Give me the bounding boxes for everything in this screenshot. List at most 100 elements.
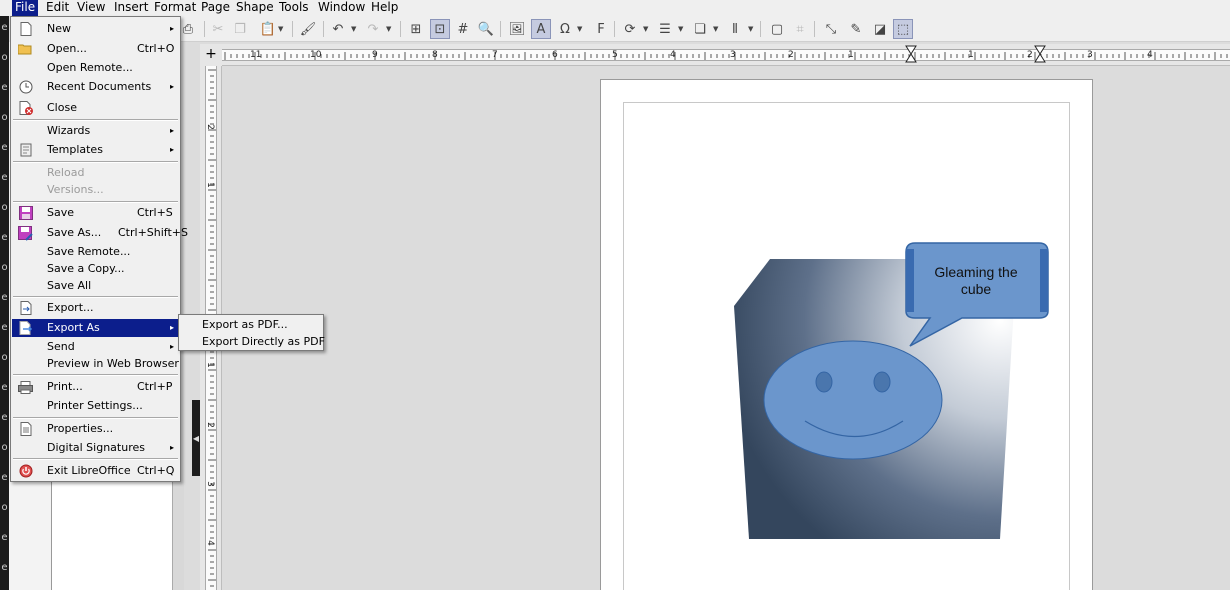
undo-icon[interactable]: ↶ [328, 19, 348, 39]
menu-item-save-as[interactable]: Save As... Ctrl+Shift+S [12, 224, 188, 242]
collapse-pane-icon[interactable]: ◀ [192, 400, 200, 476]
new-document-icon [18, 22, 33, 36]
menu-window[interactable]: Window [315, 0, 368, 16]
points-icon[interactable]: ⤡ [821, 19, 841, 39]
menu-item-templates[interactable]: Templates ▸ [12, 141, 179, 159]
menu-item-label: Send [47, 340, 75, 353]
menu-item-shortcut: Ctrl+Shift+S [118, 226, 188, 239]
smiley-eye-left [815, 371, 833, 393]
smiley-eye-right [873, 371, 891, 393]
insert-textbox-icon[interactable]: A [531, 19, 551, 39]
callout-edge-right [1040, 249, 1048, 312]
menu-item-save-all[interactable]: Save All [12, 277, 179, 295]
menu-item-print[interactable]: Print... Ctrl+P [12, 378, 179, 396]
print-icon[interactable]: ⎙ [178, 19, 198, 39]
menu-edit[interactable]: Edit [43, 0, 72, 16]
ruler-label: 2 [204, 422, 215, 428]
menu-page[interactable]: Page [198, 0, 233, 16]
menu-item-export[interactable]: Export... [12, 299, 179, 317]
fontwork-icon[interactable]: F [591, 19, 611, 39]
ruler-corner: + [200, 44, 222, 66]
menu-item-label: Exit LibreOffice [47, 464, 131, 477]
menu-format[interactable]: Format [151, 0, 199, 16]
menu-item-label: Print... [47, 380, 83, 393]
redo-icon[interactable]: ↷ [363, 19, 383, 39]
submenu-arrow-icon: ▸ [169, 323, 174, 332]
menu-item-preview-web[interactable]: Preview in Web Browser [12, 355, 179, 373]
menu-item-new[interactable]: New ▸ [12, 20, 179, 38]
menu-item-label: Wizards [47, 124, 91, 137]
menu-item-recent-documents[interactable]: Recent Documents ▸ [12, 78, 179, 96]
ruler-label: 1 [204, 362, 215, 368]
menu-item-shortcut: Ctrl+P [137, 380, 173, 393]
menu-item-reload: Reload [12, 164, 179, 182]
menu-item-save-remote[interactable]: Save Remote... [12, 243, 179, 261]
menu-item-properties[interactable]: Properties... [12, 420, 179, 438]
menu-view[interactable]: View [74, 0, 108, 16]
horizontal-ruler[interactable]: 11 10 9 8 7 6 5 4 3 2 1 1 2 3 4 [222, 44, 1230, 66]
shadow-icon[interactable]: ▢ [767, 19, 787, 39]
menu-item-export-as[interactable]: Export As ▸ [12, 319, 179, 337]
menu-item-printer-settings[interactable]: Printer Settings... [12, 397, 179, 415]
drawing-shapes [734, 242, 1049, 539]
paste-icon[interactable]: 📋 [258, 19, 278, 39]
menu-item-label: Open... [47, 42, 87, 55]
cut-icon[interactable]: ✂ [208, 19, 228, 39]
crop-icon[interactable]: ⌗ [790, 19, 810, 39]
close-document-icon [18, 101, 33, 115]
snap-to-grid-icon[interactable]: ⊡ [430, 19, 450, 39]
arrange-icon[interactable]: ❏ [690, 19, 710, 39]
menubar: File Edit View Insert Format Page Shape … [0, 0, 1230, 16]
smiley-face-shape[interactable] [763, 340, 943, 460]
glue-points-icon[interactable]: ✎ [846, 19, 866, 39]
menu-item-close[interactable]: Close [12, 99, 179, 117]
menu-item-send[interactable]: Send ▸ [12, 338, 179, 356]
menu-insert[interactable]: Insert [111, 0, 151, 16]
menu-item-label: New [47, 22, 71, 35]
grid-display-icon[interactable]: ⊞ [406, 19, 426, 39]
menu-item-exit[interactable]: Exit LibreOffice Ctrl+Q [12, 462, 179, 480]
menu-item-open-remote[interactable]: Open Remote... [12, 59, 179, 77]
menu-item-export-as-pdf[interactable]: Export as PDF... [180, 316, 322, 333]
helplines-icon[interactable]: # [453, 19, 473, 39]
callout-text[interactable]: Gleaming the cube [922, 264, 1030, 298]
template-icon [18, 143, 33, 157]
printer-icon [18, 380, 33, 394]
menu-shape[interactable]: Shape [233, 0, 277, 16]
transformations-icon[interactable]: ⟳ [620, 19, 640, 39]
menu-item-label: Digital Signatures [47, 441, 145, 454]
submenu-arrow-icon: ▸ [169, 342, 174, 351]
distribute-icon[interactable]: ⫴ [725, 19, 745, 39]
align-icon[interactable]: ☰ [655, 19, 675, 39]
menu-tools[interactable]: Tools [276, 0, 312, 16]
submenu-arrow-icon: ▸ [169, 126, 174, 135]
menu-item-save-a-copy[interactable]: Save a Copy... [12, 260, 179, 278]
menu-item-label: Printer Settings... [47, 399, 143, 412]
toggle-extrusion-icon[interactable]: ◪ [870, 19, 890, 39]
menu-item-label: Save Remote... [47, 245, 131, 258]
export-icon [18, 301, 33, 315]
copy-icon[interactable]: ❐ [230, 19, 250, 39]
menu-item-label: Export... [47, 301, 94, 314]
menu-item-digital-signatures[interactable]: Digital Signatures ▸ [12, 439, 179, 457]
menu-item-shortcut: Ctrl+O [137, 42, 175, 55]
menu-item-label: Reload [47, 166, 85, 179]
menu-item-save[interactable]: Save Ctrl+S [12, 204, 179, 222]
clone-formatting-icon[interactable]: 🖌 [298, 19, 318, 39]
menu-item-wizards[interactable]: Wizards ▸ [12, 122, 179, 140]
draw-functions-icon[interactable]: ⬚ [893, 19, 913, 39]
menu-item-label: Save a Copy... [47, 262, 125, 275]
menu-help[interactable]: Help [368, 0, 401, 16]
zoom-pan-icon[interactable]: 🔍 [476, 19, 496, 39]
ruler-label: 3 [204, 481, 215, 487]
menu-item-label: Save All [47, 279, 92, 292]
ruler-indent-markers[interactable] [222, 44, 1230, 66]
special-character-icon[interactable]: Ω [555, 19, 575, 39]
drawing-canvas[interactable]: Gleaming the cube [222, 66, 1230, 590]
power-icon [18, 464, 33, 478]
menu-item-export-directly-as-pdf[interactable]: Export Directly as PDF [180, 333, 325, 350]
menu-item-open[interactable]: Open... Ctrl+O [12, 40, 179, 58]
submenu-arrow-icon: ▸ [169, 443, 174, 452]
menu-file[interactable]: File [12, 0, 39, 16]
insert-image-icon[interactable]: 🖼 [507, 19, 527, 39]
